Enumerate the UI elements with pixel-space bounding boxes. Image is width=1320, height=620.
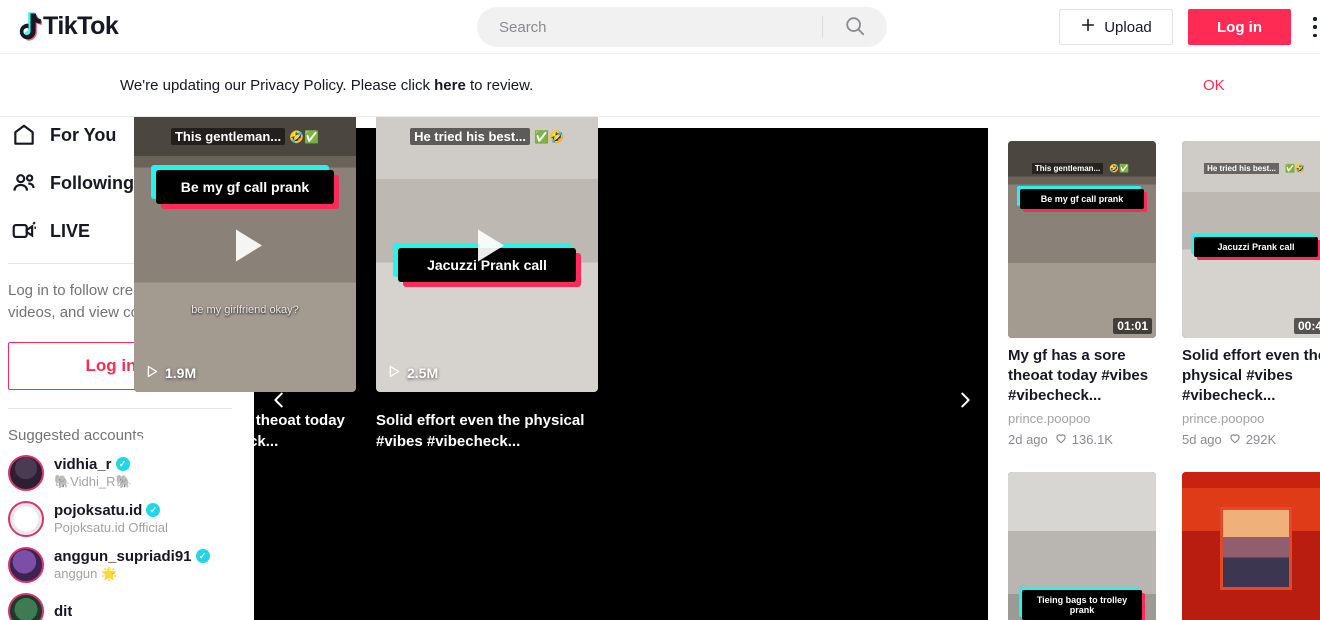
suggested-account-item[interactable]: pojoksatu.id ✓ Pojoksatu.id Official: [0, 496, 240, 542]
header-login-button[interactable]: Log in: [1188, 9, 1291, 45]
video-overlay-box: Tieing bags to trolley prank: [1022, 590, 1142, 620]
verified-badge-icon: ✓: [195, 549, 210, 563]
verified-badge-icon: ✓: [115, 457, 130, 471]
music-note-icon: [12, 11, 43, 43]
sidebar-label-for-you: For You: [50, 124, 117, 145]
carousel-next-button[interactable]: [948, 385, 982, 419]
suggested-account-item[interactable]: anggun_supriadi91 ✓ anggun 🌟: [0, 542, 240, 588]
related-video-card[interactable]: This gentleman... 🤣✅ Be my gf call prank…: [1008, 141, 1156, 448]
banner-text-before: We're updating our Privacy Policy. Pleas…: [120, 77, 435, 94]
chevron-right-icon: [954, 389, 976, 416]
video-overlay-box: Jacuzzi Prank call: [1194, 237, 1318, 257]
video-caption: Solid effort even the physical #vibes #v…: [376, 412, 585, 450]
video-meta: 2d ago 136.1K: [1008, 431, 1156, 448]
play-count: 2.5M: [386, 364, 438, 382]
search-input[interactable]: [477, 18, 822, 36]
video-overlay-title: He tried his best... ✅🤣: [1188, 163, 1320, 174]
chevron-left-icon: [268, 389, 290, 416]
search-bar[interactable]: [477, 7, 887, 47]
brand-name: TikTok: [43, 12, 119, 40]
live-video-icon: [8, 215, 40, 247]
account-name: anggun_supriadi91 ✓: [54, 548, 210, 565]
emoji-icons: 🤣✅: [1109, 164, 1130, 173]
video-time: 5d ago: [1182, 432, 1222, 447]
video-overlay-title: He tried his best... ✅🤣: [384, 128, 590, 145]
account-subtitle: anggun 🌟: [54, 565, 118, 581]
play-count: 1.9M: [144, 364, 196, 382]
account-name: dit: [54, 602, 73, 620]
carousel-slide: This gentleman... 🤣✅ Be my gf call prank…: [134, 104, 356, 452]
heart-icon: [1228, 431, 1242, 448]
video-overlay-title: This gentleman... 🤣✅: [1014, 163, 1150, 174]
related-videos-grid: This gentleman... 🤣✅ Be my gf call prank…: [1000, 117, 1320, 620]
suggested-account-item[interactable]: dit: [0, 588, 240, 620]
video-meta: 5d ago 292K: [1182, 431, 1320, 448]
avatar: [8, 501, 44, 537]
related-video-card[interactable]: He tried his best... ✅🤣 Jacuzzi Prank ca…: [1182, 141, 1320, 448]
more-vertical-icon[interactable]: [1306, 14, 1320, 40]
privacy-policy-link[interactable]: here: [434, 77, 466, 94]
people-icon: [8, 167, 40, 199]
like-count: 292K: [1228, 431, 1276, 448]
related-row-2: Tieing bags to trolley prank: [1008, 472, 1320, 620]
carousel-prev-button[interactable]: [262, 385, 296, 419]
account-subtitle: Pojoksatu.id Official: [54, 519, 168, 535]
heart-icon: [1054, 431, 1068, 448]
plus-icon: [1080, 17, 1096, 37]
top-header: TikTok Upload Log in: [0, 0, 1320, 54]
video-author[interactable]: prince.poopoo: [1182, 411, 1320, 426]
avatar: [8, 547, 44, 583]
video-thumbnail[interactable]: This gentleman... 🤣✅ Be my gf call prank…: [134, 104, 356, 392]
related-row-1: This gentleman... 🤣✅ Be my gf call prank…: [1008, 141, 1320, 448]
emoji-icons: 🤣✅: [289, 129, 320, 144]
carousel-slides: This gentleman... 🤣✅ Be my gf call prank…: [134, 104, 598, 452]
video-thumbnail[interactable]: [1182, 472, 1320, 620]
banner-text-after: to review.: [465, 77, 534, 94]
sidebar-label-following: Following: [50, 172, 134, 193]
video-thumbnail[interactable]: Tieing bags to trolley prank: [1008, 472, 1156, 620]
video-overlay-subtitle: be my girlfriend okay?: [191, 304, 299, 316]
play-triangle-icon: [386, 364, 401, 382]
upload-button[interactable]: Upload: [1059, 9, 1173, 45]
account-name: pojoksatu.id ✓: [54, 502, 168, 519]
video-caption: My gf has a sore theoat today #vibes #vi…: [1008, 347, 1149, 404]
play-button-icon[interactable]: [217, 218, 273, 279]
video-thumbnail[interactable]: This gentleman... 🤣✅ Be my gf call prank…: [1008, 141, 1156, 338]
video-time: 2d ago: [1008, 432, 1048, 447]
account-subtitle: 🐘Vidhi_R🐘: [54, 473, 132, 489]
search-icon: [844, 15, 866, 40]
avatar: [8, 455, 44, 491]
video-overlay-title: This gentleman... 🤣✅: [142, 128, 348, 145]
play-button-icon[interactable]: [459, 218, 515, 279]
video-author[interactable]: prince.poopoo: [1008, 411, 1156, 426]
video-caption: My gf has a sore theoat today #vibes #vi…: [134, 412, 345, 450]
sidebar-label-live: LIVE: [50, 220, 91, 241]
verified-badge-icon: ✓: [146, 503, 161, 517]
play-triangle-icon: [144, 364, 159, 382]
carousel-slide: He tried his best... ✅🤣 Jacuzzi Prank ca…: [376, 104, 598, 452]
like-count: 136.1K: [1054, 431, 1113, 448]
video-caption: Solid effort even the physical #vibes #v…: [1182, 347, 1320, 404]
related-video-card[interactable]: Tieing bags to trolley prank: [1008, 472, 1156, 620]
video-overlay-box: Be my gf call prank: [1020, 189, 1144, 209]
related-video-card[interactable]: [1182, 472, 1320, 620]
banner-message: We're updating our Privacy Policy. Pleas…: [120, 77, 533, 94]
search-button[interactable]: [823, 7, 887, 47]
upload-label: Upload: [1104, 18, 1152, 36]
emoji-icons: ✅🤣: [1284, 164, 1305, 173]
tiktok-logo[interactable]: TikTok: [12, 0, 119, 54]
home-icon: [8, 119, 40, 151]
banner-ok-button[interactable]: OK: [1203, 77, 1225, 94]
video-thumbnail[interactable]: He tried his best... ✅🤣 Jacuzzi Prank ca…: [1182, 141, 1320, 338]
video-overlay-box: Be my gf call prank: [156, 170, 334, 204]
suggested-account-item[interactable]: vidhia_r ✓ 🐘Vidhi_R🐘: [0, 450, 240, 496]
emoji-icons: ✅🤣: [534, 129, 564, 144]
account-name: vidhia_r ✓: [54, 456, 132, 473]
avatar: [8, 593, 44, 620]
video-duration: 00:4: [1293, 318, 1320, 334]
video-duration: 01:01: [1113, 318, 1152, 334]
window-art: [1220, 507, 1292, 591]
video-thumbnail[interactable]: He tried his best... ✅🤣 Jacuzzi Prank ca…: [376, 104, 598, 392]
privacy-policy-banner: We're updating our Privacy Policy. Pleas…: [0, 55, 1320, 117]
